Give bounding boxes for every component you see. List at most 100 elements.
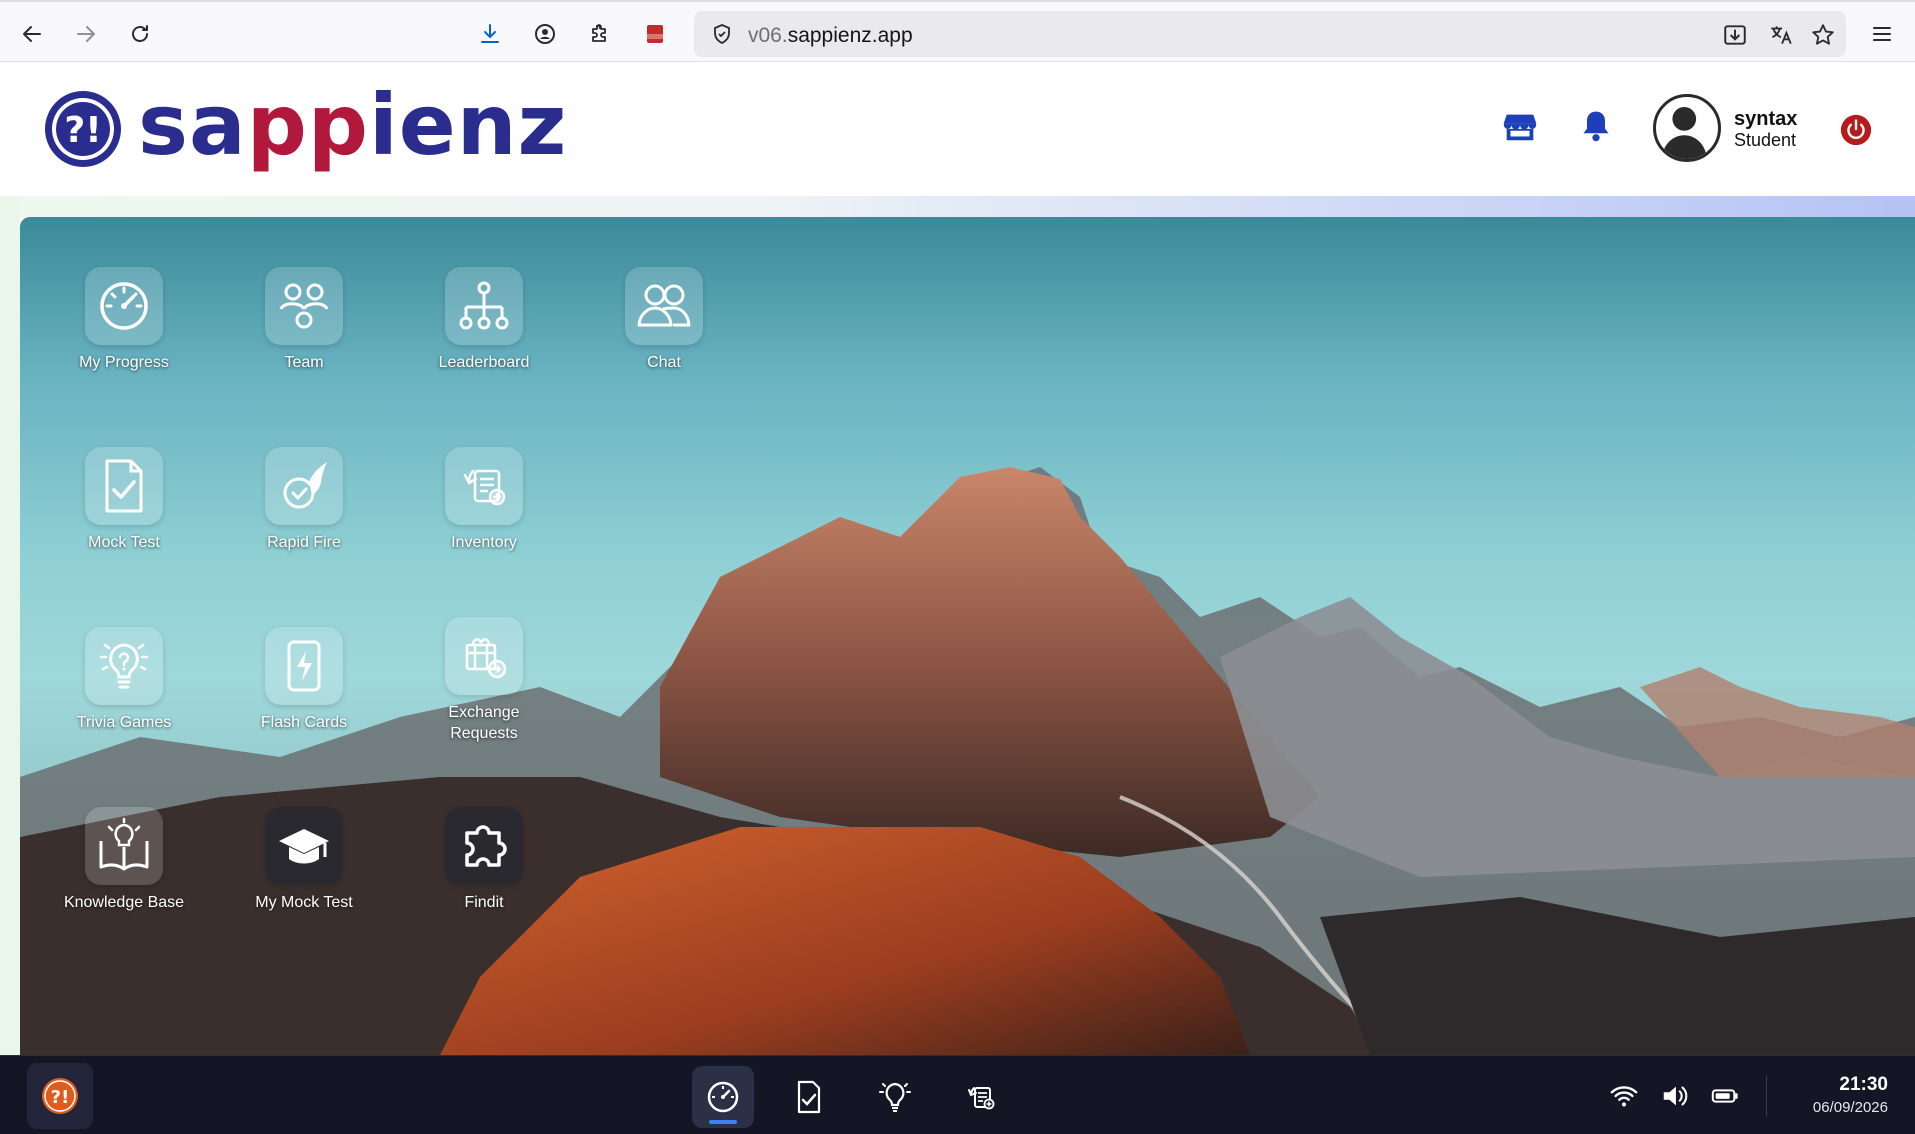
gauge-icon (707, 1081, 739, 1113)
logout-button[interactable] (1836, 110, 1876, 150)
star-icon[interactable] (1810, 22, 1836, 48)
app-tile-box (445, 617, 523, 695)
arrow-right-icon (77, 26, 95, 42)
app-tile-box (85, 447, 163, 525)
app-label: Rapid Fire (267, 534, 341, 551)
app-mock-test[interactable]: Mock Test (49, 447, 199, 587)
app-leaderboard[interactable]: Leaderboard (409, 267, 559, 407)
desktop-top-strip (0, 196, 1915, 218)
app-flash-cards[interactable]: Flash Cards (229, 627, 379, 767)
app-label: Team (284, 354, 324, 371)
battery-button[interactable] (1709, 1080, 1741, 1112)
desktop-left-edge (0, 196, 20, 1056)
reload-icon (132, 25, 148, 42)
app-label-line: Exchange (448, 704, 520, 721)
desktop: My Progress Team Leaderboard Chat Mock T… (20, 217, 1915, 1055)
epub-extension-button[interactable] (637, 16, 673, 52)
app-tile-box (85, 807, 163, 885)
account-button[interactable] (527, 16, 563, 52)
volume-button[interactable] (1659, 1080, 1691, 1112)
power-icon (1840, 114, 1872, 146)
back-button[interactable] (14, 16, 50, 52)
app-label: Exchange Requests (409, 702, 559, 744)
app-tile-box (445, 267, 523, 345)
hamburger-icon (1873, 27, 1891, 41)
sappienz-logo-icon[interactable]: ?! (42, 88, 124, 170)
lightbulb-question-icon (99, 643, 149, 689)
app-findit[interactable]: Findit (409, 807, 559, 947)
app-tile-box (85, 267, 163, 345)
user-silhouette-icon (1661, 107, 1708, 159)
store-button[interactable] (1500, 106, 1540, 146)
app-my-mock-test[interactable]: My Mock Test (229, 807, 379, 947)
reload-button[interactable] (122, 16, 158, 52)
user-role: Student (1734, 130, 1797, 150)
app-trivia-games[interactable]: Trivia Games (49, 627, 199, 767)
app-label: Flash Cards (260, 714, 348, 731)
app-chat[interactable]: Chat (589, 267, 739, 407)
app-header: ?! sappienz syntax Student (0, 62, 1915, 196)
active-indicator (709, 1120, 737, 1124)
battery-icon (1711, 1089, 1738, 1103)
app-label-line: Requests (450, 725, 518, 742)
app-team[interactable]: Team (229, 267, 379, 407)
clock-time[interactable]: 21:30 (1790, 1074, 1888, 1096)
start-button[interactable]: ?! (27, 1063, 93, 1129)
brand-wordmark[interactable]: sappienz (138, 76, 567, 174)
lightbulb-question-icon (879, 1082, 911, 1112)
checklist-doc-icon (797, 1080, 821, 1114)
account-icon (535, 24, 555, 44)
app-exchange-requests[interactable]: Exchange Requests (409, 617, 559, 757)
app-label: My Mock Test (255, 894, 353, 911)
app-tile-box (445, 807, 523, 885)
brand-wordmark-part: sa (138, 76, 247, 174)
store-icon (1503, 114, 1537, 141)
shield-icon (714, 24, 730, 45)
taskbar-trivia-games[interactable] (864, 1066, 926, 1128)
url-subdomain: v06. (748, 24, 788, 47)
inventory-icon (968, 1087, 995, 1110)
wifi-icon (1610, 1086, 1638, 1107)
app-label: Leaderboard (438, 354, 530, 371)
clock-date[interactable]: 06/09/2026 (1790, 1099, 1888, 1116)
people-icon (637, 284, 691, 327)
book-bulb-icon (99, 817, 149, 871)
app-my-progress[interactable]: My Progress (49, 267, 199, 407)
app-tile-box (265, 807, 343, 885)
bell-icon (1583, 111, 1609, 142)
translate-icon[interactable] (1768, 22, 1794, 48)
extensions-button[interactable] (581, 16, 617, 52)
comet-clock-icon (283, 462, 327, 509)
avatar[interactable] (1653, 94, 1721, 162)
app-knowledge-base[interactable]: Knowledge Base (49, 807, 199, 947)
app-rapid-fire[interactable]: Rapid Fire (229, 447, 379, 587)
volume-icon (1663, 1086, 1688, 1106)
app-tile-box (625, 267, 703, 345)
hierarchy-icon (459, 281, 509, 330)
inventory-icon (463, 469, 506, 506)
epub-icon (647, 25, 663, 43)
downloads-button[interactable] (472, 16, 508, 52)
svg-text:?!: ?! (51, 1087, 70, 1108)
url-domain: sappienz.app (787, 24, 913, 47)
app-label: Findit (464, 894, 504, 911)
app-inventory[interactable]: Inventory (409, 447, 559, 587)
taskbar-my-progress[interactable] (692, 1066, 754, 1128)
wifi-button[interactable] (1608, 1080, 1640, 1112)
exchange-icon (465, 638, 507, 679)
forward-button[interactable] (68, 16, 104, 52)
address-bar[interactable]: v06.sappienz.app (694, 11, 1846, 57)
app-tile-box (85, 627, 163, 705)
save-page-icon[interactable] (1722, 22, 1748, 48)
app-tile-box (265, 447, 343, 525)
menu-button[interactable] (1864, 16, 1900, 52)
checklist-doc-icon (105, 459, 143, 513)
taskbar-mock-test[interactable] (778, 1066, 840, 1128)
url-text[interactable]: v06.sappienz.app (748, 24, 913, 48)
app-label: Inventory (451, 534, 517, 551)
team-icon (279, 283, 329, 329)
notifications-button[interactable] (1576, 106, 1616, 146)
brand-wordmark-part: ienz (368, 76, 568, 174)
app-label: Mock Test (88, 534, 160, 551)
taskbar-inventory[interactable] (950, 1066, 1012, 1128)
